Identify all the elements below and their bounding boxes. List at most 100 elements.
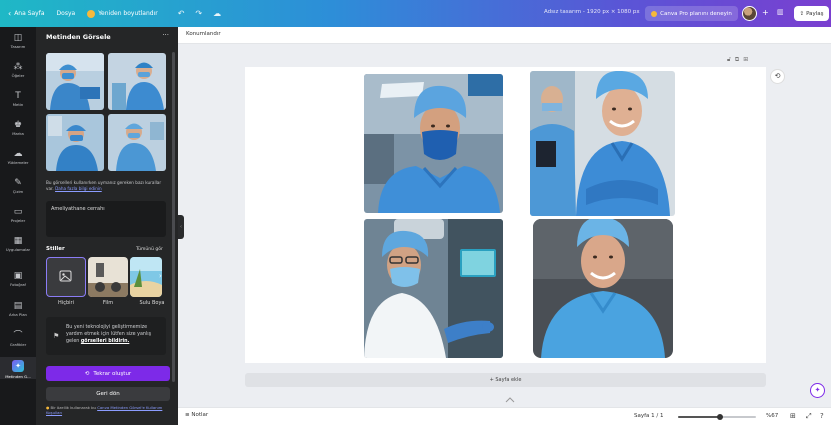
notes-button[interactable]: ≡ Notlar xyxy=(185,412,208,418)
add-page-button[interactable]: + Sayfa ekle xyxy=(245,373,766,387)
left-nav-rail: ◫ Tasarım ⁂ Öğeler T Metin ♚ Marka ☁ Yüklemel… xyxy=(0,27,36,425)
rail-item-brand[interactable]: ♚ Marka xyxy=(0,120,36,136)
style-watercolor-card[interactable] xyxy=(130,257,162,297)
rail-item-photos[interactable]: ▣ Fotoğraf xyxy=(0,271,36,287)
zoom-slider-handle[interactable] xyxy=(717,414,724,420)
result-thumb-3[interactable] xyxy=(46,114,104,171)
result-thumb-2[interactable] xyxy=(108,53,166,110)
resize-button[interactable]: Yeniden boyutlandır xyxy=(87,9,158,18)
share-button[interactable]: ⇪ Paylaş xyxy=(794,6,829,21)
page-count[interactable]: Sayfa 1 / 1 xyxy=(634,413,664,419)
help-icon[interactable]: ? xyxy=(820,412,824,420)
watercolor-style-preview xyxy=(130,257,162,297)
rail-item-uploads[interactable]: ☁ Yüklemeler xyxy=(0,149,36,165)
add-page-icon[interactable]: ⊞ xyxy=(743,56,752,63)
collapse-panel-handle[interactable]: ‹ xyxy=(178,215,184,239)
zoom-level[interactable]: %67 xyxy=(766,413,778,419)
rail-item-apps[interactable]: ▦ Uygulamalar xyxy=(0,236,36,252)
draw-icon: ✎ xyxy=(14,178,22,188)
rail-item-background[interactable]: ▤ Arka Plan xyxy=(0,301,36,317)
male-surgeon-image xyxy=(533,219,673,358)
redo-icon[interactable]: ↷ xyxy=(195,9,202,18)
rail-item-elements[interactable]: ⁂ Öğeler xyxy=(0,62,36,78)
surgeon-thumb-3 xyxy=(46,114,104,171)
crown-icon xyxy=(651,10,658,17)
refresh-design-icon[interactable]: ⟲ xyxy=(770,69,785,84)
refresh-icon: ⟲ xyxy=(84,370,90,377)
result-thumb-4[interactable] xyxy=(108,114,166,171)
learn-more-link[interactable]: Daha fazla bilgi edinin xyxy=(55,186,102,191)
regenerate-button[interactable]: ⟲ Tekrar oluştur xyxy=(46,366,170,381)
feedback-text: Bu yeni teknolojiyi geliştirmemize yardı… xyxy=(66,325,152,344)
elements-icon: ⁂ xyxy=(13,62,23,72)
lock-icon[interactable]: 🔓︎ xyxy=(727,56,735,63)
styles-heading: Stiller xyxy=(46,246,65,252)
brand-icon: ♚ xyxy=(13,120,23,130)
style-none-label: Hiçbiri xyxy=(58,300,74,306)
no-style-icon xyxy=(59,270,72,282)
duplicate-page-icon[interactable]: ⧉ xyxy=(735,56,743,63)
generated-image-3[interactable] xyxy=(364,219,503,358)
style-film-card[interactable] xyxy=(88,257,128,297)
generated-image-1[interactable] xyxy=(364,74,503,213)
prompt-input[interactable]: Ameliyathane cerrahı xyxy=(46,201,166,237)
folder-icon: ▭ xyxy=(13,207,23,217)
chart-icon: ⌒ xyxy=(13,331,23,341)
rail-item-draw[interactable]: ✎ Çizim xyxy=(0,178,36,194)
position-button[interactable]: Konumlandır xyxy=(186,31,221,37)
insights-chart-icon[interactable]: ▥ xyxy=(777,8,784,16)
or-surgeon-image xyxy=(364,219,503,358)
style-watercolor-label: Sulu Boya xyxy=(139,300,165,306)
avatar[interactable] xyxy=(742,6,757,21)
film-style-preview xyxy=(88,257,128,297)
resize-label: Yeniden boyutlandır xyxy=(98,10,158,17)
fullscreen-icon[interactable]: ⤢ xyxy=(806,412,812,421)
cloud-saved-icon[interactable]: ☁ xyxy=(213,9,221,18)
file-menu[interactable]: Dosya xyxy=(57,10,76,17)
terms-text: ● Bir özellik kullanarak bu Canva Metind… xyxy=(46,405,163,415)
undo-icon[interactable]: ↶ xyxy=(178,9,185,18)
top-bar: ‹ Ana Sayfa Dosya Yeniden boyutlandır ↶ … xyxy=(0,0,831,27)
rail-item-projects[interactable]: ▭ Projeler xyxy=(0,207,36,223)
magic-assistant-icon[interactable]: ✦ xyxy=(810,383,825,398)
chevron-right-icon[interactable]: › xyxy=(159,272,162,280)
home-link[interactable]: Ana Sayfa xyxy=(14,10,44,17)
canva-editor: ‹ Ana Sayfa Dosya Yeniden boyutlandır ↶ … xyxy=(0,0,831,425)
generated-image-2[interactable] xyxy=(530,71,675,216)
style-none-card[interactable] xyxy=(46,257,86,297)
generated-image-4[interactable] xyxy=(533,219,673,358)
rail-item-text[interactable]: T Metin xyxy=(0,91,36,107)
bottom-bar: ≡ Notlar Sayfa 1 / 1 %67 ⊞ ⤢ ? xyxy=(178,407,831,425)
report-images-link[interactable]: görselleri bildirin. xyxy=(81,339,129,344)
background-icon: ▤ xyxy=(13,301,23,311)
panel-title: Metinden Görsele xyxy=(46,33,111,41)
zoom-slider-fill xyxy=(678,416,721,418)
rail-item-charts[interactable]: ⌒ Grafikler xyxy=(0,331,36,347)
panel-scrollbar[interactable] xyxy=(172,52,175,382)
grid-view-icon[interactable]: ⊞ xyxy=(790,412,796,420)
design-size-title[interactable]: Adsız tasarım - 1920 px × 1080 px xyxy=(544,9,640,15)
regenerate-label: Tekrar oluştur xyxy=(93,370,132,377)
feedback-box: ⚑ Bu yeni teknolojiyi geliştirmemize yar… xyxy=(46,317,166,355)
see-all-styles-link[interactable]: Tümünü gör xyxy=(136,247,163,252)
horizontal-scrollbar[interactable] xyxy=(184,397,831,403)
result-thumb-1[interactable] xyxy=(46,53,104,110)
text-icon: T xyxy=(15,91,21,101)
zoom-slider[interactable] xyxy=(678,414,756,420)
masked-surgeon-image xyxy=(364,74,503,213)
usage-rules-text: Bu görselleri kullanırken uymanız gereke… xyxy=(46,180,162,191)
rail-item-design[interactable]: ◫ Tasarım xyxy=(0,33,36,49)
crown-icon xyxy=(87,9,96,18)
notes-icon: ≡ xyxy=(185,412,190,418)
smiling-surgeon-image xyxy=(530,71,675,216)
try-pro-label: Canva Pro planını deneyin xyxy=(660,10,732,17)
share-label: Paylaş xyxy=(806,10,824,17)
design-page[interactable] xyxy=(245,67,766,363)
upload-icon: ☁ xyxy=(13,149,23,159)
rail-item-text-to-image[interactable]: ✦ Metinden G... xyxy=(0,357,36,379)
try-pro-button[interactable]: Canva Pro planını deneyin xyxy=(645,6,738,21)
plus-icon[interactable]: + xyxy=(762,8,769,17)
more-options-icon[interactable]: ··· xyxy=(162,31,169,39)
go-back-button[interactable]: Geri dön xyxy=(46,387,170,401)
back-chevron-icon[interactable]: ‹ xyxy=(8,9,11,18)
